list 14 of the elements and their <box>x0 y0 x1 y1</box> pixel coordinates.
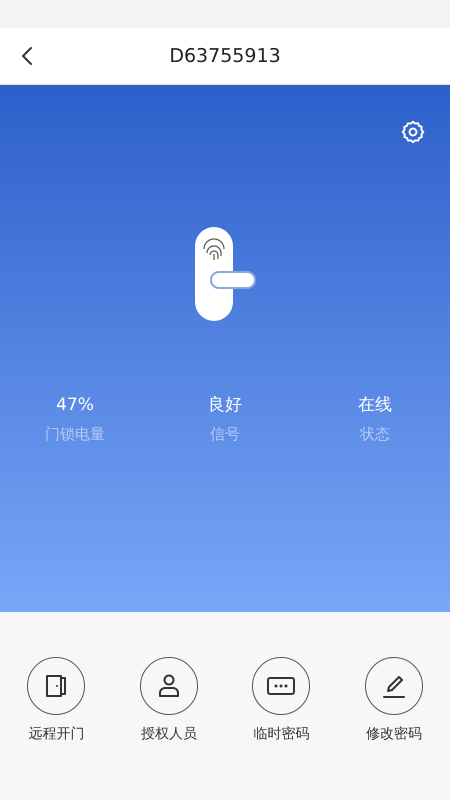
stat-label: 门锁电量 <box>45 424 105 444</box>
stat-value: 在线 <box>358 394 392 417</box>
settings-button[interactable] <box>400 119 426 145</box>
stat-value: 47% <box>56 394 94 417</box>
stat-value: 良好 <box>208 394 242 417</box>
action-button[interactable]: 授权人员 <box>112 657 225 745</box>
action-button[interactable]: 临时密码 <box>225 657 338 745</box>
stat-label: 状态 <box>360 424 390 444</box>
action-button[interactable]: 远程开门 <box>0 657 112 745</box>
back-icon <box>21 46 33 66</box>
action-button[interactable]: 修改密码 <box>338 657 450 745</box>
stat-label: 信号 <box>210 424 240 444</box>
password-icon <box>266 675 296 697</box>
page-title: D63755913 <box>169 44 281 69</box>
